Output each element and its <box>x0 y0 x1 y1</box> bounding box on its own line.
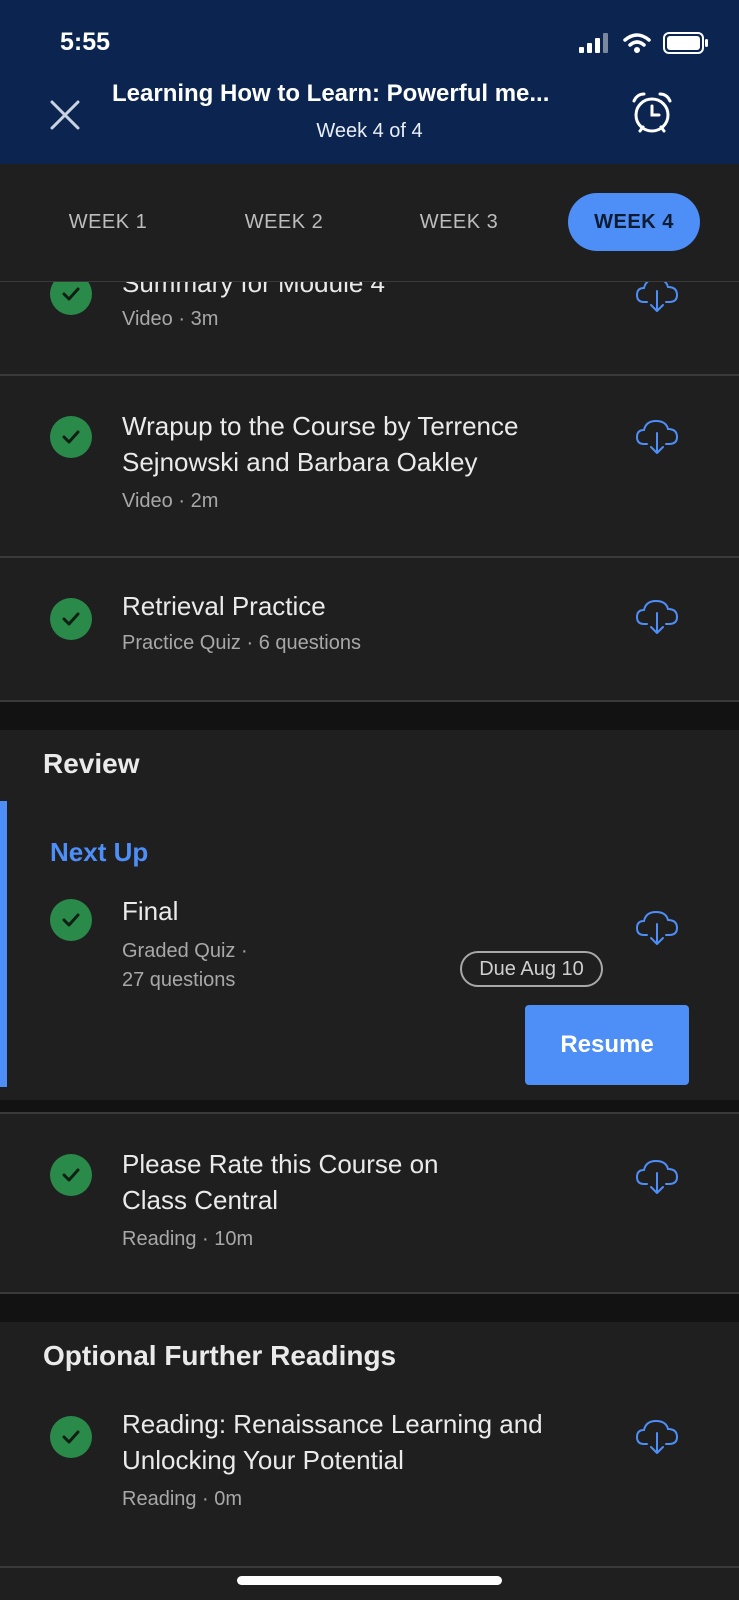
list-item[interactable]: Wrapup to the Course by Terrence Sejnows… <box>0 376 739 556</box>
check-icon <box>50 282 92 315</box>
list-item[interactable]: Retrieval Practice Practice Quiz · 6 que… <box>0 558 739 700</box>
item-title: Summary for Module 4 <box>122 282 385 298</box>
item-title: Please Rate this Course on Class Central <box>122 1149 439 1215</box>
download-icon[interactable] <box>634 1156 680 1196</box>
signal-icon <box>579 33 608 53</box>
item-title: Retrieval Practice <box>122 591 326 621</box>
status-time: 5:55 <box>60 28 111 56</box>
list-item[interactable]: Please Rate this Course on Class Central… <box>0 1114 739 1294</box>
item-meta: Video · 3m <box>122 308 219 330</box>
item-meta: Reading · 10m <box>122 1228 254 1250</box>
download-icon[interactable] <box>634 282 680 314</box>
download-icon[interactable] <box>634 596 680 636</box>
course-title: Learning How to Learn: Powerful me... <box>112 80 550 107</box>
check-icon <box>50 1416 92 1458</box>
divider <box>0 700 739 702</box>
item-title: Reading: Renaissance Learning and Unlock… <box>122 1409 543 1475</box>
check-icon <box>50 598 92 640</box>
check-icon <box>50 899 92 941</box>
tab-week-3[interactable]: WEEK 3 <box>393 193 525 251</box>
check-icon <box>50 1154 92 1196</box>
battery-icon <box>663 32 708 54</box>
list-item[interactable]: Reading: Renaissance Learning and Unlock… <box>0 1386 739 1566</box>
download-icon[interactable] <box>634 907 680 947</box>
next-up-label: Next Up <box>50 837 149 867</box>
final-quiz-title[interactable]: Final <box>122 893 178 929</box>
item-meta: Reading · 0m <box>122 1488 243 1510</box>
divider <box>0 1292 739 1294</box>
item-title: Wrapup to the Course by Terrence Sejnows… <box>122 411 519 477</box>
check-icon <box>50 416 92 458</box>
tab-week-4[interactable]: WEEK 4 <box>568 193 700 251</box>
home-indicator[interactable] <box>237 1576 502 1585</box>
tab-week-1[interactable]: WEEK 1 <box>42 193 174 251</box>
tab-week-2[interactable]: WEEK 2 <box>218 193 350 251</box>
wifi-icon <box>623 33 651 53</box>
section-title-review: Review <box>43 748 140 779</box>
due-date-badge: Due Aug 10 <box>460 951 603 987</box>
item-meta: Practice Quiz · 6 questions <box>122 632 361 654</box>
section-title-optional: Optional Further Readings <box>43 1340 397 1371</box>
status-icons <box>579 32 709 54</box>
week-content: Summary for Module 4 Video · 3m Wrapup t… <box>0 282 739 1600</box>
download-icon[interactable] <box>634 416 680 456</box>
list-item[interactable]: Summary for Module 4 Video · 3m <box>0 282 739 374</box>
alarm-clock-icon[interactable] <box>629 90 675 136</box>
item-meta: Video · 2m <box>122 490 219 512</box>
divider <box>0 1566 739 1568</box>
final-quiz-questions: 27 questions <box>122 969 236 991</box>
resume-button[interactable]: Resume <box>525 1005 689 1085</box>
final-quiz-meta: Graded Quiz · <box>122 940 248 962</box>
week-tabs: WEEK 1 WEEK 2 WEEK 3 WEEK 4 <box>0 164 739 282</box>
download-icon[interactable] <box>634 1416 680 1456</box>
top-header: 5:55 Learning How to Learn: Powerful me.… <box>0 0 739 164</box>
next-up-accent <box>0 801 7 1087</box>
